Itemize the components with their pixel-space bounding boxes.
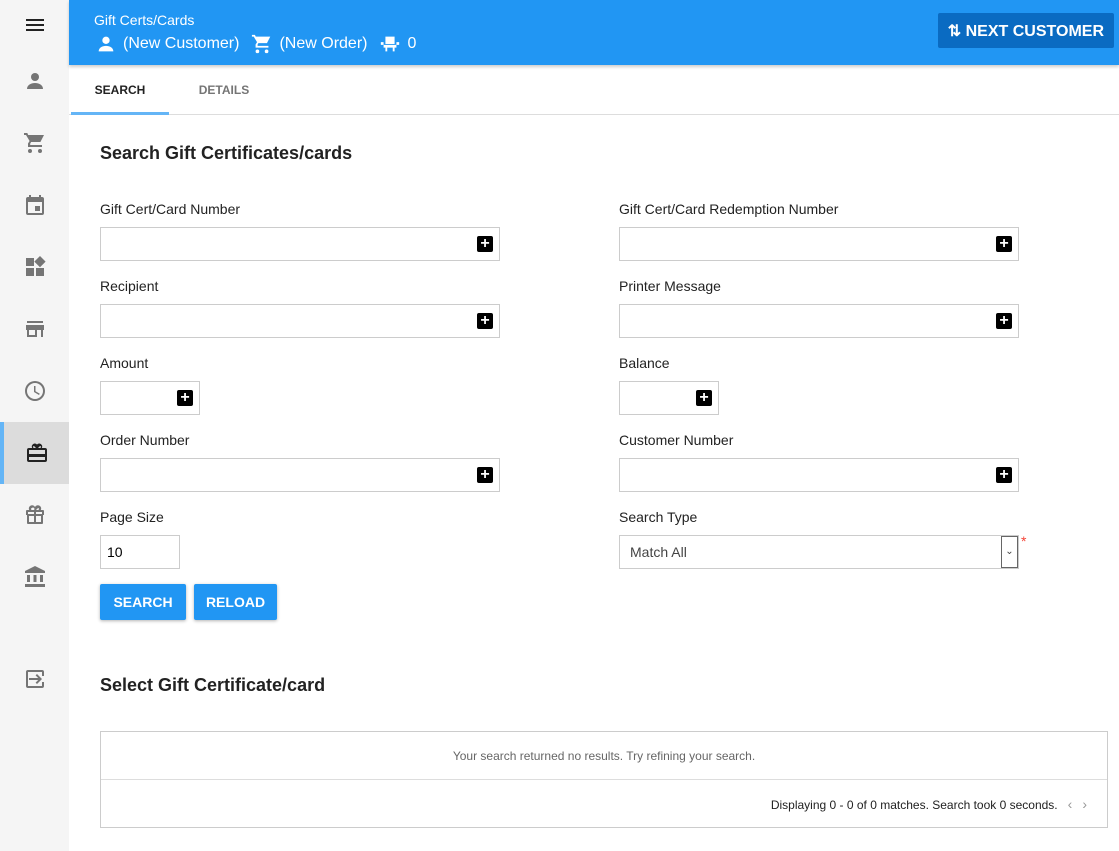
next-customer-button[interactable]: ⇅ NEXT CUSTOMER [937,13,1114,48]
page-size-input[interactable] [101,536,179,568]
balance-field: + [619,381,719,415]
person-icon [26,73,43,89]
card-number-field: + [100,227,500,261]
cart-icon [23,133,44,153]
chevron-down-icon[interactable]: ⌄ [1001,536,1018,568]
customer-number-field: + [619,458,1019,492]
store-icon [25,321,44,337]
sidebar-item-gift-cards[interactable] [0,422,69,484]
menu-icon [25,19,44,31]
required-indicator: * [1021,533,1027,549]
gift-icon [25,505,44,524]
amount-field: + [100,381,200,415]
bank-icon [24,566,45,587]
card-number-input[interactable] [101,228,499,260]
sidebar-item-bank[interactable] [0,546,69,608]
card-number-label: Gift Cert/Card Number [100,201,241,217]
customer-link[interactable]: (New Customer) [123,35,239,53]
sidebar-item-history[interactable] [0,360,69,422]
search-button[interactable]: SEARCH [100,584,186,620]
search-heading: Search Gift Certificates/cards [100,143,353,163]
customer-number-input[interactable] [620,459,1018,491]
amount-label: Amount [100,355,149,371]
sidebar-item-logout[interactable] [0,648,69,710]
sidebar-item-customer[interactable] [0,50,69,112]
printer-message-field: + [619,304,1019,338]
add-icon[interactable]: + [477,236,493,252]
add-icon[interactable]: + [477,467,493,483]
recipient-label: Recipient [100,278,159,294]
tab-search[interactable]: SEARCH [71,65,169,115]
tab-details[interactable]: DETAILS [175,65,273,115]
logout-icon [25,670,44,688]
seat-icon [381,36,400,52]
recipient-input[interactable] [101,305,499,337]
clock-icon [24,381,45,401]
pagination-summary: Displaying 0 - 0 of 0 matches. Search to… [770,798,1058,812]
swap-vert-icon: ⇅ [947,22,966,40]
sidebar-item-gifts[interactable] [0,484,69,546]
add-icon[interactable]: + [996,467,1012,483]
order-number-field: + [100,458,500,492]
add-icon[interactable]: + [996,313,1012,329]
printer-message-label: Printer Message [619,278,721,294]
page-size-field [100,535,180,569]
sidebar-item-store[interactable] [0,298,69,360]
page-title: Gift Certs/Cards [94,12,195,28]
order-link[interactable]: (New Order) [279,35,367,53]
add-icon[interactable]: + [696,390,712,406]
redemption-number-label: Gift Cert/Card Redemption Number [619,201,839,217]
gift-card-icon [26,443,47,462]
order-number-label: Order Number [100,432,190,448]
sidebar-item-cart[interactable] [0,112,69,174]
calendar-icon [25,195,44,215]
menu-button[interactable] [0,0,69,56]
reload-button[interactable]: RELOAD [194,584,277,620]
seat-count: 0 [407,35,417,52]
add-icon[interactable]: + [477,313,493,329]
chevron-right-icon[interactable]: › [1082,796,1087,812]
results-table: Your search returned no results. Try ref… [100,731,1108,828]
app-header: Gift Certs/Cards (New Customer) (New Ord… [69,0,1119,65]
customer-number-label: Customer Number [619,432,734,448]
page-size-label: Page Size [100,509,164,525]
printer-message-input[interactable] [620,305,1018,337]
tab-bar: SEARCH DETAILS [69,65,1119,115]
sidebar-item-widgets[interactable] [0,236,69,298]
order-number-input[interactable] [101,459,499,491]
recipient-field: + [100,304,500,338]
results-heading: Select Gift Certificate/card [100,675,326,695]
search-type-label: Search Type [619,509,698,525]
redemption-number-input[interactable] [620,228,1018,260]
cart-icon [252,34,271,54]
redemption-number-field: + [619,227,1019,261]
sidebar [0,0,69,851]
chevron-left-icon[interactable]: ‹ [1068,796,1073,812]
add-icon[interactable]: + [996,236,1012,252]
results-footer: Displaying 0 - 0 of 0 matches. Search to… [101,780,1107,828]
sidebar-item-calendar[interactable] [0,174,69,236]
widgets-icon [25,256,46,276]
add-icon[interactable]: + [177,390,193,406]
search-type-select[interactable]: Match All ⌄ [619,535,1019,569]
empty-message: Your search returned no results. Try ref… [101,732,1107,780]
balance-label: Balance [619,355,670,371]
person-icon [98,36,114,52]
